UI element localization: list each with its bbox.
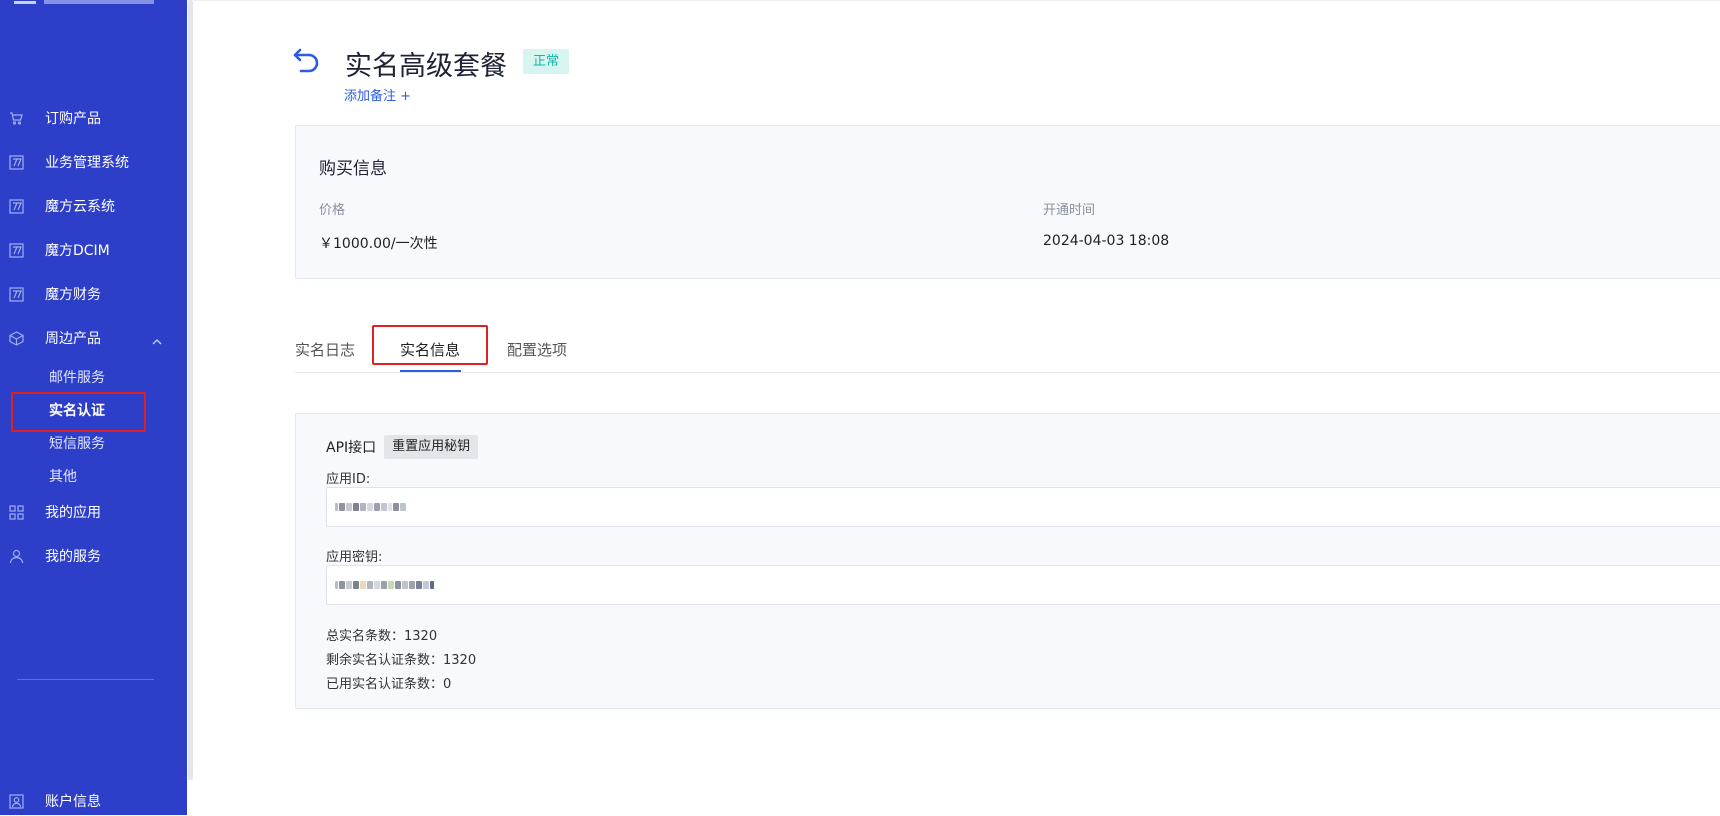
chevron-up-icon[interactable] [152,332,162,345]
add-note-link[interactable]: 添加备注 + [344,85,411,104]
sidebar-item-label: 我的服务 [45,549,101,565]
sidebar-item-label: 订购产品 [45,111,101,127]
app-icon [8,286,24,302]
sidebar-item-account[interactable]: 账户信息 [0,786,187,816]
top-divider [193,0,1720,1]
blurred-value [335,503,406,511]
sidebar-item-cloud-system[interactable]: 魔方云系统 [0,191,187,221]
sidebar-item-order-products[interactable]: 订购产品 [0,103,187,133]
sidebar-item-peripheral-products[interactable]: 周边产品 [0,323,187,353]
sidebar-item-dcim[interactable]: 魔方DCIM [0,235,187,265]
tab-bar: 实名日志 实名信息 配置选项 [295,325,1720,373]
account-icon [8,793,24,809]
sidebar-subitem-other[interactable]: 其他 [49,466,77,486]
sidebar: 订购产品 业务管理系统 魔方云系统 魔方DCIM 魔方财务 周边产品 邮件服务 [0,0,187,815]
card-title: 购买信息 [319,159,387,179]
main-content: 实名高级套餐 正常 添加备注 + 购买信息 价格 ￥1000.00/一次性 开通… [193,0,1720,815]
active-tab-indicator [400,370,461,372]
sidebar-item-label: 魔方DCIM [45,243,110,259]
purchase-info-card: 购买信息 价格 ￥1000.00/一次性 开通时间 2024-04-03 18:… [295,125,1720,279]
box-icon [8,330,24,346]
tab-config-options[interactable]: 配置选项 [507,339,567,360]
price-value: ￥1000.00/一次性 [319,236,438,252]
sidebar-item-label: 我的应用 [45,505,101,521]
page-title: 实名高级套餐 [345,51,507,82]
sidebar-item-finance[interactable]: 魔方财务 [0,279,187,309]
grid-icon [8,504,24,520]
blurred-value [335,581,434,589]
price-label: 价格 [319,203,346,218]
highlight-box [11,392,146,432]
highlight-box [372,325,488,365]
app-secret-field[interactable] [326,565,1720,605]
sidebar-item-label: 周边产品 [45,331,101,347]
open-time-value: 2024-04-03 18:08 [1043,233,1170,249]
logo [14,0,164,4]
app-icon [8,154,24,170]
remaining-count: 剩余实名认证条数：1320 [326,653,477,668]
app-icon [8,198,24,214]
sidebar-item-label: 魔方财务 [45,287,101,303]
sidebar-subitem-mail[interactable]: 邮件服务 [49,367,105,387]
total-count: 总实名条数：1320 [326,629,438,644]
used-count: 已用实名认证条数：0 [326,677,452,692]
sidebar-divider [17,679,154,680]
cart-icon [8,110,24,126]
api-header-row: API接口 重置应用秘钥 [326,435,479,459]
app-icon [8,242,24,258]
api-info-card: API接口 重置应用秘钥 应用ID: 应用密钥: 总实名条数：1320 剩余实名… [295,413,1720,709]
sidebar-item-business-system[interactable]: 业务管理系统 [0,147,187,177]
sidebar-item-label: 账户信息 [45,794,101,810]
sidebar-item-label: 魔方云系统 [45,199,115,215]
sidebar-subitem-sms[interactable]: 短信服务 [49,433,105,453]
back-arrow-icon[interactable] [293,46,321,74]
app-id-label: 应用ID: [326,472,371,487]
user-icon [8,548,24,564]
app-secret-label: 应用密钥: [326,550,383,565]
open-time-label: 开通时间 [1043,203,1096,218]
api-label: API接口 [326,440,377,456]
status-badge: 正常 [523,49,570,74]
sidebar-item-label: 业务管理系统 [45,155,129,171]
app-id-field[interactable] [326,487,1720,527]
tab-realname-log[interactable]: 实名日志 [295,339,355,360]
sidebar-item-my-services[interactable]: 我的服务 [0,541,187,571]
sidebar-item-my-apps[interactable]: 我的应用 [0,497,187,527]
reset-secret-button[interactable]: 重置应用秘钥 [384,435,479,459]
